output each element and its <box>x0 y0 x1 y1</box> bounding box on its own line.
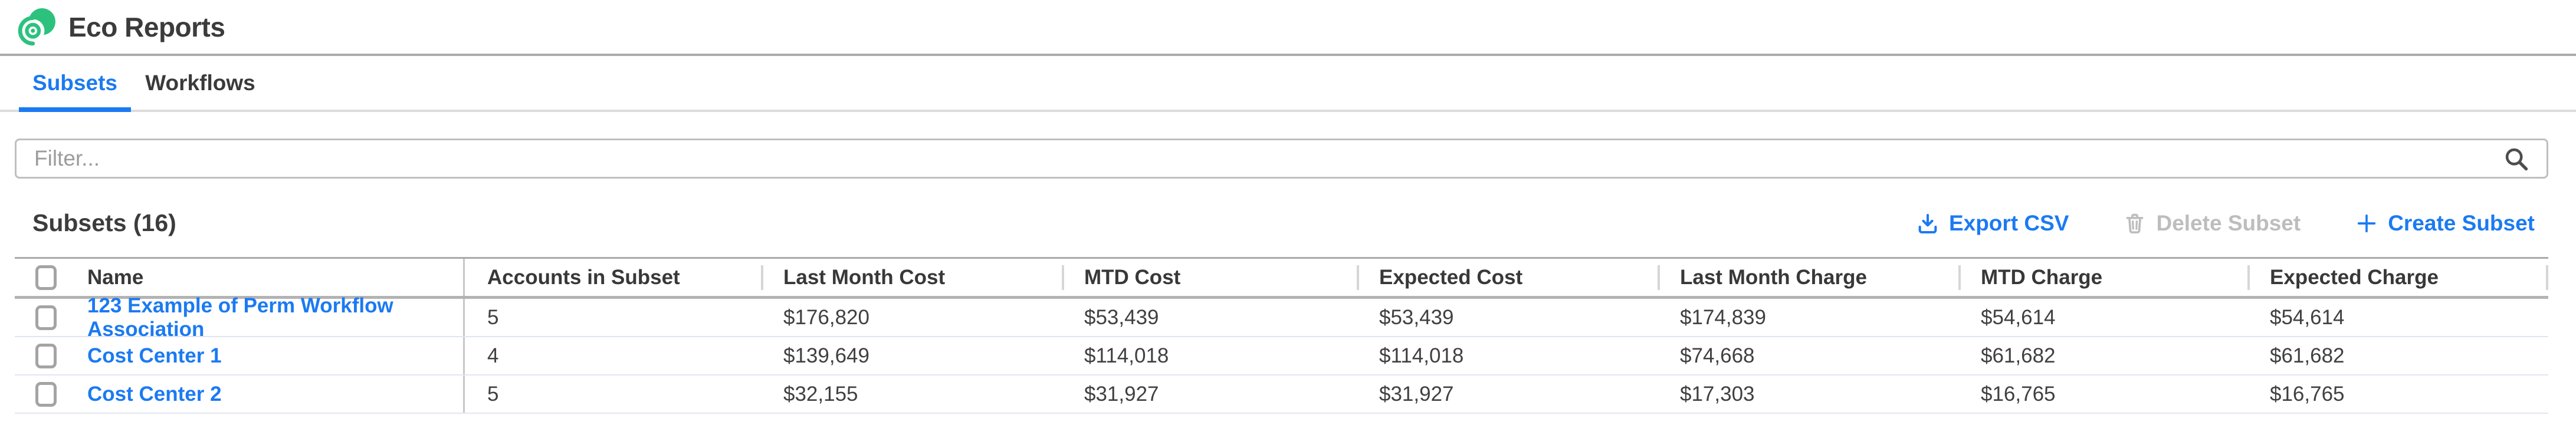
subsets-table: Name Accounts in Subset Last Month Cost … <box>15 257 2548 414</box>
row-checkbox-cell <box>15 299 74 336</box>
subset-name-link[interactable]: 123 Example of Perm Workflow Association <box>87 294 463 341</box>
table-header-checkbox-cell <box>15 259 74 296</box>
table-row: 123 Example of Perm Workflow Association… <box>15 299 2548 337</box>
tab-subsets[interactable]: Subsets <box>19 56 131 110</box>
row-checkbox-cell <box>15 375 74 413</box>
app-header: Eco Reports <box>0 0 2576 56</box>
cell-accounts-in-subset: 5 <box>465 306 761 330</box>
row-checkbox-cell <box>15 337 74 374</box>
cell-accounts-in-subset: 4 <box>465 344 761 368</box>
column-header-last-month-cost: Last Month Cost <box>761 259 1062 296</box>
cell-expected-cost: $31,927 <box>1357 383 1658 406</box>
cell-mtd-charge: $16,765 <box>1958 383 2247 406</box>
section-bar: Subsets (16) Export CSV Delete Subset <box>0 209 2576 237</box>
delete-subset-label: Delete Subset <box>2156 211 2301 236</box>
select-all-checkbox[interactable] <box>35 265 57 290</box>
export-csv-button[interactable]: Export CSV <box>1916 211 2069 236</box>
row-checkbox[interactable] <box>35 344 57 368</box>
cell-expected-charge: $54,614 <box>2247 306 2548 330</box>
tab-bar: Subsets Workflows <box>0 56 2576 112</box>
cell-expected-cost: $114,018 <box>1357 344 1658 368</box>
trash-icon <box>2123 212 2147 235</box>
tab-workflows[interactable]: Workflows <box>131 56 270 110</box>
cell-expected-cost: $53,439 <box>1357 306 1658 330</box>
plus-icon <box>2355 212 2378 235</box>
tab-subsets-label: Subsets <box>32 71 117 95</box>
cell-name: 123 Example of Perm Workflow Association <box>74 299 465 336</box>
cell-last-month-cost: $176,820 <box>761 306 1062 330</box>
table-row: Cost Center 1 4 $139,649 $114,018 $114,0… <box>15 337 2548 375</box>
download-icon <box>1916 212 1940 235</box>
cell-last-month-cost: $32,155 <box>761 383 1062 406</box>
tab-workflows-label: Workflows <box>145 71 255 95</box>
delete-subset-button[interactable]: Delete Subset <box>2123 211 2301 236</box>
cell-mtd-charge: $61,682 <box>1958 344 2247 368</box>
create-subset-button[interactable]: Create Subset <box>2355 211 2535 236</box>
cell-accounts-in-subset: 5 <box>465 383 761 406</box>
table-header-row: Name Accounts in Subset Last Month Cost … <box>15 259 2548 299</box>
cell-mtd-cost: $53,439 <box>1062 306 1357 330</box>
cell-name: Cost Center 2 <box>74 375 465 413</box>
filter-bar <box>0 112 2576 179</box>
table-row: Cost Center 2 5 $32,155 $31,927 $31,927 … <box>15 375 2548 414</box>
cell-last-month-charge: $17,303 <box>1658 383 1958 406</box>
filter-input[interactable] <box>15 139 2548 179</box>
column-header-name: Name <box>74 259 465 296</box>
column-header-expected-cost: Expected Cost <box>1357 259 1658 296</box>
cell-mtd-charge: $54,614 <box>1958 306 2247 330</box>
cell-last-month-charge: $74,668 <box>1658 344 1958 368</box>
column-header-mtd-charge: MTD Charge <box>1958 259 2247 296</box>
search-icon[interactable] <box>2503 146 2530 173</box>
column-header-expected-charge: Expected Charge <box>2247 259 2548 296</box>
cell-name: Cost Center 1 <box>74 337 465 374</box>
create-subset-label: Create Subset <box>2388 211 2535 236</box>
cell-last-month-charge: $174,839 <box>1658 306 1958 330</box>
row-checkbox[interactable] <box>35 305 57 330</box>
column-header-mtd-cost: MTD Cost <box>1062 259 1357 296</box>
table-actions: Export CSV Delete Subset Create Subset <box>1916 211 2535 236</box>
column-header-last-month-charge: Last Month Charge <box>1658 259 1958 296</box>
export-csv-label: Export CSV <box>1949 211 2069 236</box>
eco-swirl-logo-icon <box>18 8 57 47</box>
cell-mtd-cost: $31,927 <box>1062 383 1357 406</box>
subset-name-link[interactable]: Cost Center 2 <box>87 383 222 406</box>
cell-last-month-cost: $139,649 <box>761 344 1062 368</box>
subset-name-link[interactable]: Cost Center 1 <box>87 344 222 368</box>
cell-expected-charge: $16,765 <box>2247 383 2548 406</box>
cell-expected-charge: $61,682 <box>2247 344 2548 368</box>
row-checkbox[interactable] <box>35 382 57 407</box>
section-title: Subsets (16) <box>32 209 176 237</box>
column-header-accounts-in-subset: Accounts in Subset <box>465 266 761 289</box>
page-title: Eco Reports <box>68 11 225 43</box>
cell-mtd-cost: $114,018 <box>1062 344 1357 368</box>
